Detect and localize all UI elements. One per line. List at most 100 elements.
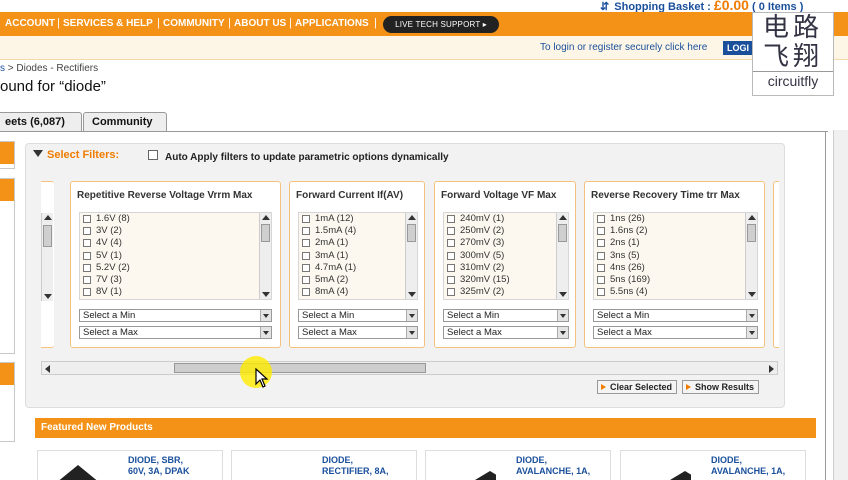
option-checkbox[interactable] (597, 215, 605, 223)
option-checkbox[interactable] (447, 251, 455, 260)
scroll-thumb[interactable] (261, 224, 270, 242)
nav-about-us[interactable]: ABOUT US (234, 18, 286, 29)
filter-option[interactable]: 4ns (26) (594, 262, 757, 274)
option-checkbox[interactable] (447, 275, 455, 284)
filter-option[interactable]: 4.7mA (1) (299, 262, 417, 274)
option-checkbox[interactable] (302, 263, 310, 272)
filter-option[interactable]: 5V (1) (80, 250, 271, 262)
product-image[interactable] (242, 459, 302, 480)
filter-option[interactable]: 3ns (5) (594, 250, 757, 262)
filter-option[interactable]: 300mV (5) (444, 250, 568, 262)
live-tech-support-button[interactable]: LIVE TECH SUPPORT ▸ (383, 16, 499, 33)
scroll-thumb[interactable] (43, 225, 52, 247)
option-checkbox[interactable] (597, 239, 605, 248)
option-checkbox[interactable] (447, 215, 455, 223)
filter-option[interactable]: 2ns (1) (594, 237, 757, 249)
option-checkbox[interactable] (302, 215, 310, 223)
filter-option[interactable]: 1ns (26) (594, 213, 757, 225)
tab-community[interactable]: Community (83, 112, 167, 132)
option-checkbox[interactable] (302, 251, 310, 260)
filter-option[interactable]: 1mA (12) (299, 213, 417, 225)
option-checkbox[interactable] (597, 227, 605, 236)
product-title[interactable]: DIODE, SBR, 60V, 3A, DPAK (128, 455, 190, 477)
option-checkbox[interactable] (597, 251, 605, 260)
list-scrollbar[interactable] (405, 213, 417, 299)
list-scrollbar[interactable] (556, 213, 568, 299)
filter-option[interactable]: 5ns (169) (594, 274, 757, 286)
list-scrollbar[interactable] (259, 213, 271, 299)
partial-list-scrollbar[interactable] (41, 213, 53, 301)
option-checkbox[interactable] (447, 227, 455, 236)
nav-services-help[interactable]: SERVICES & HELP (63, 18, 153, 29)
option-checkbox[interactable] (302, 275, 310, 284)
list-scrollbar[interactable] (745, 213, 757, 299)
product-image[interactable] (48, 459, 108, 480)
featured-product-card[interactable]: DIODE, AVALANCHE, 1A, (620, 450, 806, 480)
filter-option[interactable]: 1.6ns (2) (594, 225, 757, 237)
featured-product-card[interactable]: DIODE, AVALANCHE, 1A, (425, 450, 611, 480)
nav-applications[interactable]: APPLICATIONS (295, 18, 369, 29)
filter-option[interactable]: 5mA (2) (299, 274, 417, 286)
horizontal-scroll-thumb[interactable] (174, 363, 426, 373)
option-checkbox[interactable] (83, 288, 91, 297)
max-select[interactable]: Select a Max (79, 326, 272, 339)
option-checkbox[interactable] (447, 263, 455, 272)
min-select[interactable]: Select a Min (298, 309, 418, 322)
option-checkbox[interactable] (302, 288, 310, 297)
filter-option[interactable]: 5.2V (2) (80, 262, 271, 274)
option-checkbox[interactable] (83, 275, 91, 284)
scroll-down-arrow-icon[interactable] (262, 292, 270, 297)
product-image[interactable] (631, 459, 691, 480)
option-checkbox[interactable] (447, 239, 455, 248)
option-checkbox[interactable] (447, 288, 455, 297)
filter-option[interactable]: 8mA (4) (299, 286, 417, 298)
scroll-up-arrow-icon[interactable] (408, 215, 416, 220)
scroll-thumb[interactable] (747, 224, 756, 242)
featured-product-card[interactable]: DIODE, SBR, 60V, 3A, DPAK (37, 450, 223, 480)
option-checkbox[interactable] (597, 275, 605, 284)
option-checkbox[interactable] (597, 263, 605, 272)
option-checkbox[interactable] (597, 288, 605, 297)
filter-option[interactable]: 250mV (2) (444, 225, 568, 237)
filter-option[interactable]: 7V (3) (80, 274, 271, 286)
filter-option[interactable]: 270mV (3) (444, 237, 568, 249)
filter-option[interactable]: 2mA (1) (299, 237, 417, 249)
nav-account[interactable]: ACCOUNT (5, 18, 55, 29)
min-select[interactable]: Select a Min (79, 309, 272, 322)
scroll-up-arrow-icon[interactable] (559, 215, 567, 220)
option-checkbox[interactable] (302, 227, 310, 236)
option-checkbox[interactable] (83, 263, 91, 272)
filter-option[interactable]: 320mV (15) (444, 274, 568, 286)
filter-option[interactable]: 240mV (1) (444, 213, 568, 225)
filter-option[interactable]: 1.6V (8) (80, 213, 271, 225)
scroll-thumb[interactable] (558, 224, 567, 242)
scroll-thumb[interactable] (407, 224, 416, 242)
filter-option[interactable]: 4V (4) (80, 237, 271, 249)
max-select[interactable]: Select a Max (298, 326, 418, 339)
select-filters-label[interactable]: Select Filters: (47, 149, 119, 161)
option-checkbox[interactable] (83, 239, 91, 248)
scroll-down-arrow-icon[interactable] (408, 292, 416, 297)
scroll-down-arrow-icon[interactable] (559, 292, 567, 297)
scroll-up-arrow-icon[interactable] (262, 215, 270, 220)
option-checkbox[interactable] (302, 239, 310, 248)
filter-option[interactable]: 1.5mA (4) (299, 225, 417, 237)
option-checkbox[interactable] (83, 227, 91, 236)
tab-datasheets[interactable]: eets (6,087) (0, 112, 82, 132)
scroll-down-arrow-icon[interactable] (748, 292, 756, 297)
scroll-left-arrow-icon[interactable] (45, 365, 50, 373)
min-select[interactable]: Select a Min (443, 309, 569, 322)
filter-option[interactable]: 3mA (1) (299, 250, 417, 262)
auto-apply-checkbox[interactable] (148, 150, 158, 160)
product-title[interactable]: DIODE, RECTIFIER, 8A, (322, 455, 389, 477)
max-select[interactable]: Select a Max (593, 326, 758, 339)
product-image[interactable] (436, 459, 496, 480)
scroll-up-arrow-icon[interactable] (44, 215, 52, 220)
filter-option[interactable]: 8V (1) (80, 286, 271, 298)
nav-community[interactable]: COMMUNITY (163, 18, 225, 29)
clear-selected-button[interactable]: Clear Selected (597, 380, 677, 394)
collapse-triangle-icon[interactable] (33, 150, 43, 157)
min-select[interactable]: Select a Min (593, 309, 758, 322)
scroll-up-arrow-icon[interactable] (748, 215, 756, 220)
scroll-right-arrow-icon[interactable] (769, 365, 774, 373)
